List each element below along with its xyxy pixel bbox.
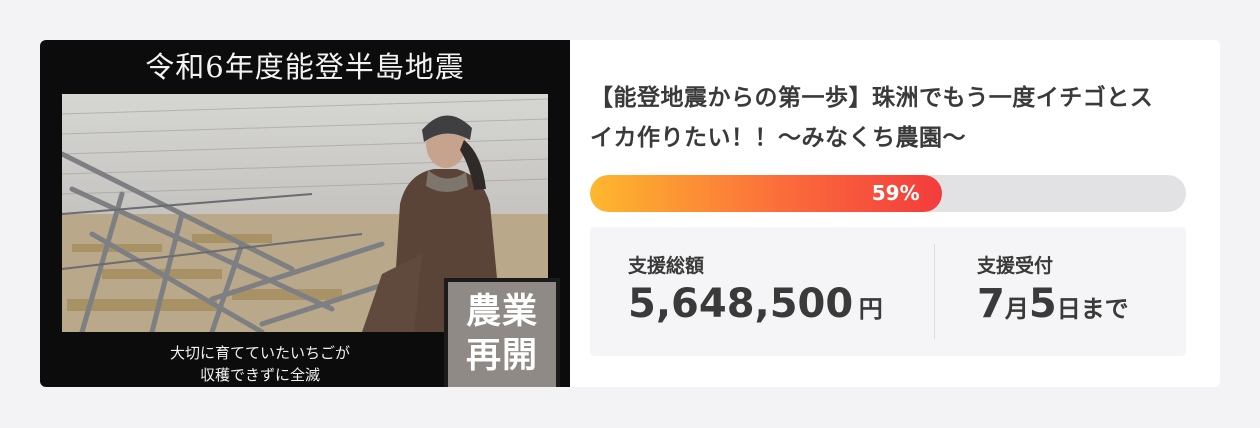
thumbnail-headline: 令和6年度能登半島地震 [145, 50, 465, 84]
deadline-month-unit: 月 [1004, 295, 1029, 323]
project-card[interactable]: 令和6年度能登半島地震 大切に育てていたいちごが 収穫できずに全滅 農業 再開 … [40, 40, 1220, 387]
deadline-value: 7月5日まで [977, 281, 1129, 327]
stats-divider [934, 244, 935, 339]
thumbnail-caption-line1: 大切に育てていたいちごが [169, 344, 350, 362]
funding-progress-bar: 59% [590, 175, 1186, 212]
project-thumbnail[interactable]: 令和6年度能登半島地震 大切に育てていたいちごが 収穫できずに全滅 農業 再開 [40, 40, 570, 387]
total-support-value: 5,648,500 円 [628, 281, 883, 327]
stamp-line1: 農業 [465, 291, 538, 332]
project-title[interactable]: 【能登地震からの第一歩】珠洲でもう一度イチゴとスイカ作りたい！！〜みなくち農園〜 [590, 78, 1170, 158]
deadline-day: 5 [1028, 281, 1057, 327]
thumbnail-caption-line2: 収穫できずに全滅 [199, 366, 320, 384]
stamp-line2: 再開 [465, 335, 538, 376]
project-info: 【能登地震からの第一歩】珠洲でもう一度イチゴとスイカ作りたい！！〜みなくち農園〜… [570, 40, 1220, 387]
farming-restart-stamp: 農業 再開 [444, 278, 560, 387]
deadline-day-unit: 日まで [1056, 295, 1129, 323]
deadline-label: 支援受付 [977, 255, 1054, 277]
total-support-unit: 円 [858, 295, 883, 323]
funding-progress-percent: 59% [871, 181, 920, 205]
project-stats: 支援総額 5,648,500 円 支援受付 7月5日まで [590, 227, 1186, 356]
total-support-label: 支援総額 [628, 255, 705, 277]
total-support-amount: 5,648,500 [628, 281, 854, 327]
deadline-month: 7 [977, 281, 1005, 327]
